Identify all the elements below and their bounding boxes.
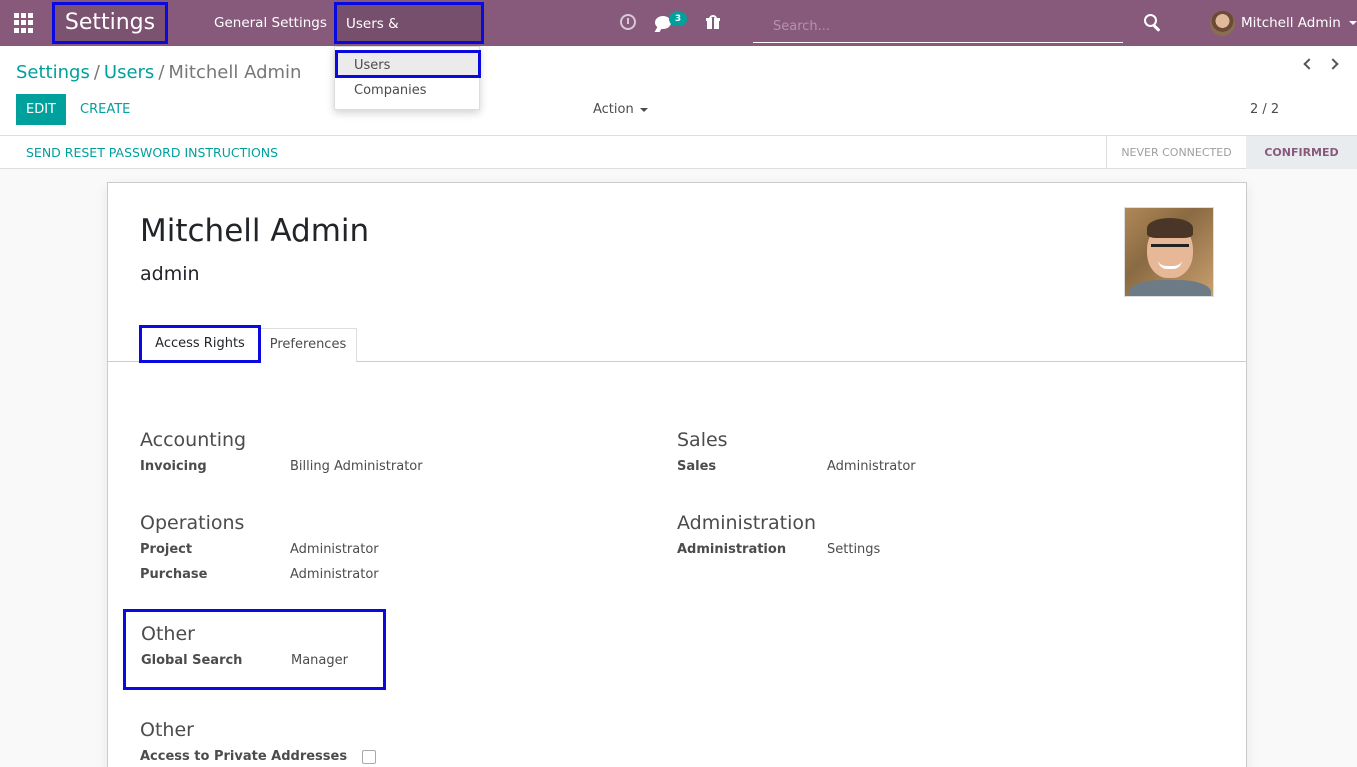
gift-icon[interactable] [706,15,720,29]
field-project: Project Administrator [140,542,620,567]
field-label: Project [140,542,193,557]
send-reset-password-button[interactable]: SEND RESET PASSWORD INSTRUCTIONS [16,136,288,169]
breadcrumb: Settings / Users / Mitchell Admin [16,62,301,83]
create-button[interactable]: CREATE [72,94,138,125]
apps-menu-icon[interactable] [14,13,36,33]
field-value: Administrator [290,542,379,557]
breadcrumb-separator: / [158,62,165,83]
field-invoicing: Invoicing Billing Administrator [140,459,620,484]
stage-never-connected[interactable]: NEVER CONNECTED [1106,136,1254,169]
field-label: Purchase [140,567,208,582]
breadcrumb-users[interactable]: Users [104,62,154,83]
group-operations: Operations Project Administrator Purchas… [140,512,620,592]
user-login: admin [140,263,200,285]
action-dropdown[interactable]: Action [593,94,648,125]
activity-clock-icon[interactable] [620,14,636,30]
stage-confirmed[interactable]: CONFIRMED [1246,136,1357,169]
tab-access-rights[interactable]: Access Rights [139,325,261,363]
field-purchase: Purchase Administrator [140,567,620,592]
user-name-title: Mitchell Admin [140,213,370,249]
user-menu[interactable]: Mitchell Admin [1210,9,1357,37]
group-other-private-addresses: Other Access to Private Addresses [140,719,620,767]
status-bar: SEND RESET PASSWORD INSTRUCTIONS NEVER C… [0,136,1357,169]
field-administration: Administration Settings [677,542,1157,567]
group-title: Operations [140,512,245,534]
form-tabs: Access Rights Preferences [108,325,1246,363]
group-other-global-search: Other Global Search Manager [123,609,386,690]
action-label: Action [593,102,634,117]
breadcrumb-settings[interactable]: Settings [16,62,90,83]
user-photo[interactable] [1124,207,1214,297]
breadcrumb-current: Mitchell Admin [168,62,302,83]
group-sales: Sales Sales Administrator [677,429,1157,484]
group-title: Accounting [140,429,247,451]
user-name: Mitchell Admin [1241,15,1341,31]
group-administration: Administration Administration Settings [677,512,1157,567]
field-label: Global Search [141,653,243,668]
breadcrumb-separator: / [93,62,100,83]
app-brand[interactable]: Settings [52,2,168,44]
chat-count-badge: 3 [669,12,687,26]
field-label: Sales [677,459,717,474]
group-title: Other [141,623,195,645]
field-label: Access to Private Addresses [140,749,348,764]
users-companies-dropdown: Users Companies [334,46,481,110]
private-addresses-checkbox[interactable] [362,750,376,764]
group-title: Sales [677,429,728,451]
chevron-down-icon [639,107,648,112]
pager-previous-icon[interactable] [1301,57,1315,71]
field-value: Settings [827,542,881,557]
top-navbar: Settings General Settings Users & Compan… [0,0,1357,70]
field-value: Administrator [827,459,916,474]
chevron-down-icon [1348,21,1357,25]
pager-value[interactable]: 2 / 2 [1250,94,1279,125]
menu-users-companies[interactable]: Users & Companies [334,2,484,70]
group-accounting: Accounting Invoicing Billing Administrat… [140,429,620,484]
search-icon[interactable] [1144,14,1162,32]
field-label: Invoicing [140,459,207,474]
dropdown-item-users[interactable]: Users [335,50,481,78]
field-value: Administrator [290,567,379,582]
pager-next-icon[interactable] [1327,57,1342,71]
control-panel: Settings / Users / Mitchell Admin EDIT CREAT… [0,46,1357,136]
tab-preferences[interactable]: Preferences [259,328,357,362]
field-private-addresses: Access to Private Addresses [140,749,620,767]
search-input[interactable] [753,10,1123,43]
menu-general-settings[interactable]: General Settings [214,0,327,46]
field-value: Manager [291,653,348,668]
edit-button[interactable]: EDIT [16,94,66,125]
field-label: Administration [677,542,787,557]
dropdown-item-companies[interactable]: Companies [335,78,481,106]
group-title: Other [140,719,194,741]
group-title: Administration [677,512,817,534]
field-value: Billing Administrator [290,459,423,474]
field-sales: Sales Administrator [677,459,1157,484]
field-global-search: Global Search Manager [141,653,383,678]
form-sheet: Mitchell Admin admin Access Rights Prefe… [107,182,1247,767]
avatar [1210,10,1235,36]
